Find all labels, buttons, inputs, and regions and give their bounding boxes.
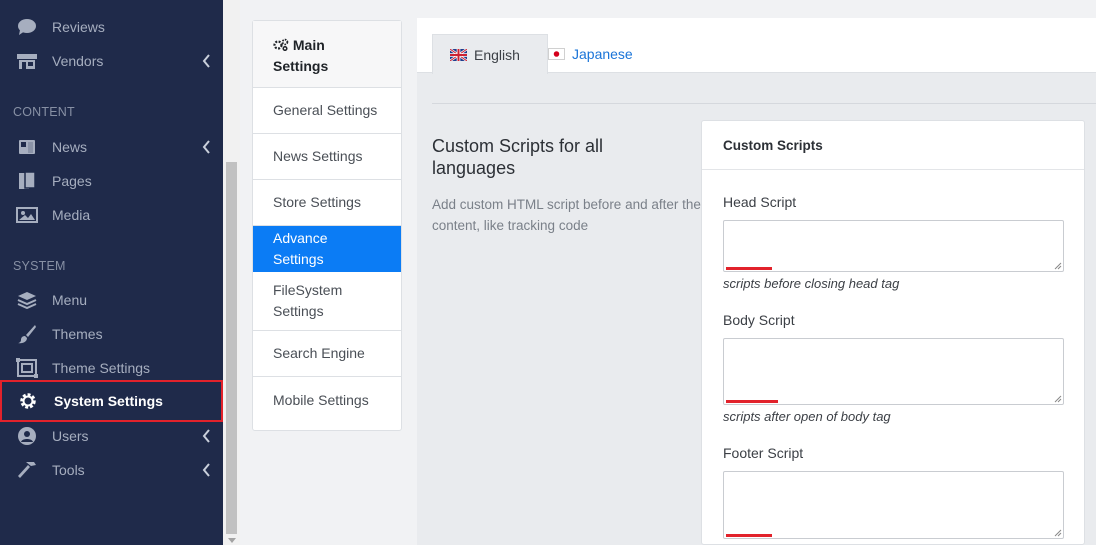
section-system: SYSTEM	[13, 259, 66, 273]
chevron-left-icon	[202, 140, 210, 154]
menu-item-search-engine[interactable]: Search Engine	[253, 331, 401, 377]
language-tabs: English Japanese	[417, 18, 1096, 74]
menu-item-news-settings[interactable]: News Settings	[253, 134, 401, 180]
scroll-down-arrow-icon[interactable]	[228, 538, 236, 543]
sidebar-item-label: Themes	[52, 326, 103, 342]
cogs-icon	[273, 38, 289, 52]
body-script-textarea[interactable]	[723, 338, 1064, 405]
section-description: Add custom HTML script before and after …	[432, 197, 701, 233]
sidebar-item-label: Reviews	[52, 19, 105, 35]
newspaper-icon	[16, 137, 38, 157]
menu-item-general-settings[interactable]: General Settings	[253, 88, 401, 134]
spellcheck-underline	[726, 267, 772, 270]
sidebar-item-users[interactable]: Users	[0, 419, 223, 453]
head-script-label: Head Script	[723, 194, 797, 210]
sidebar-item-news[interactable]: News	[0, 130, 223, 164]
sidebar-item-menu[interactable]: Menu	[0, 283, 223, 317]
settings-menu: Main Settings General Settings News Sett…	[252, 20, 402, 431]
sidebar-item-label: Users	[52, 428, 89, 444]
paintbrush-icon	[16, 324, 38, 344]
sidebar-item-themes[interactable]: Themes	[0, 317, 223, 351]
sidebar: Reviews Vendors CONTENT News Pages Media…	[0, 0, 223, 545]
sidebar-item-label: Tools	[52, 462, 85, 478]
sidebar-item-label: Theme Settings	[52, 360, 151, 376]
sidebar-item-vendors[interactable]: Vendors	[0, 44, 223, 78]
spellcheck-underline	[726, 534, 772, 537]
chevron-left-icon	[202, 463, 210, 477]
head-script-hint: scripts before closing head tag	[723, 276, 900, 291]
tab-english-label: English	[474, 46, 520, 63]
pages-icon	[16, 171, 38, 191]
resize-grip-icon[interactable]	[1054, 395, 1062, 403]
menu-item-mobile-settings[interactable]: Mobile Settings	[253, 377, 401, 423]
body-script-hint: scripts after open of body tag	[723, 409, 891, 424]
users-icon	[16, 426, 38, 446]
body-script-label: Body Script	[723, 312, 795, 328]
sidebar-item-pages[interactable]: Pages	[0, 164, 223, 198]
image-icon	[16, 205, 38, 225]
gear-icon	[17, 391, 39, 411]
sidebar-item-tools[interactable]: Tools	[0, 453, 223, 487]
card-title: Custom Scripts	[702, 121, 1084, 170]
tab-japanese[interactable]: Japanese	[548, 34, 633, 74]
head-script-textarea[interactable]	[723, 220, 1064, 272]
section-divider	[432, 103, 1096, 104]
sidebar-item-label: System Settings	[54, 393, 163, 409]
menu-item-store-settings[interactable]: Store Settings	[253, 180, 401, 226]
sidebar-item-label: Vendors	[52, 53, 104, 69]
theme-settings-icon	[16, 358, 38, 378]
sidebar-item-label: Pages	[52, 173, 92, 189]
sidebar-item-media[interactable]: Media	[0, 198, 223, 232]
japan-flag-icon	[548, 48, 565, 60]
main-panel: English Japanese Custom Scripts for all …	[417, 18, 1096, 545]
sidebar-item-label: Menu	[52, 292, 88, 308]
menu-item-advance-settings[interactable]: Advance Settings	[253, 226, 401, 272]
custom-scripts-card: Custom Scripts Head Script scripts befor…	[701, 120, 1085, 545]
section-title: Custom Scripts for all languages	[432, 136, 604, 178]
scrollbar-thumb[interactable]	[226, 162, 237, 534]
resize-grip-icon[interactable]	[1054, 262, 1062, 270]
settings-menu-header: Main Settings	[253, 21, 401, 88]
section-content: CONTENT	[13, 105, 75, 119]
chevron-left-icon	[202, 429, 210, 443]
spellcheck-underline	[726, 400, 778, 403]
chevron-left-icon	[202, 54, 210, 68]
sidebar-scrollbar[interactable]	[223, 0, 240, 545]
sidebar-item-label: News	[52, 139, 88, 155]
sidebar-item-reviews[interactable]: Reviews	[0, 10, 223, 44]
sidebar-item-label: Media	[52, 207, 91, 223]
menu-item-filesystem-settings[interactable]: FileSystem Settings	[253, 272, 401, 331]
speech-bubble-icon	[16, 17, 38, 37]
layers-icon	[16, 290, 38, 310]
uk-flag-icon	[450, 48, 467, 61]
tab-english[interactable]: English	[432, 34, 548, 74]
footer-script-textarea[interactable]	[723, 471, 1064, 539]
footer-script-label: Footer Script	[723, 445, 804, 461]
resize-grip-icon[interactable]	[1054, 529, 1062, 537]
sidebar-item-system-settings[interactable]: System Settings	[0, 380, 223, 422]
hammer-icon	[16, 460, 38, 480]
store-icon	[16, 51, 38, 71]
tab-japanese-label: Japanese	[572, 46, 633, 62]
